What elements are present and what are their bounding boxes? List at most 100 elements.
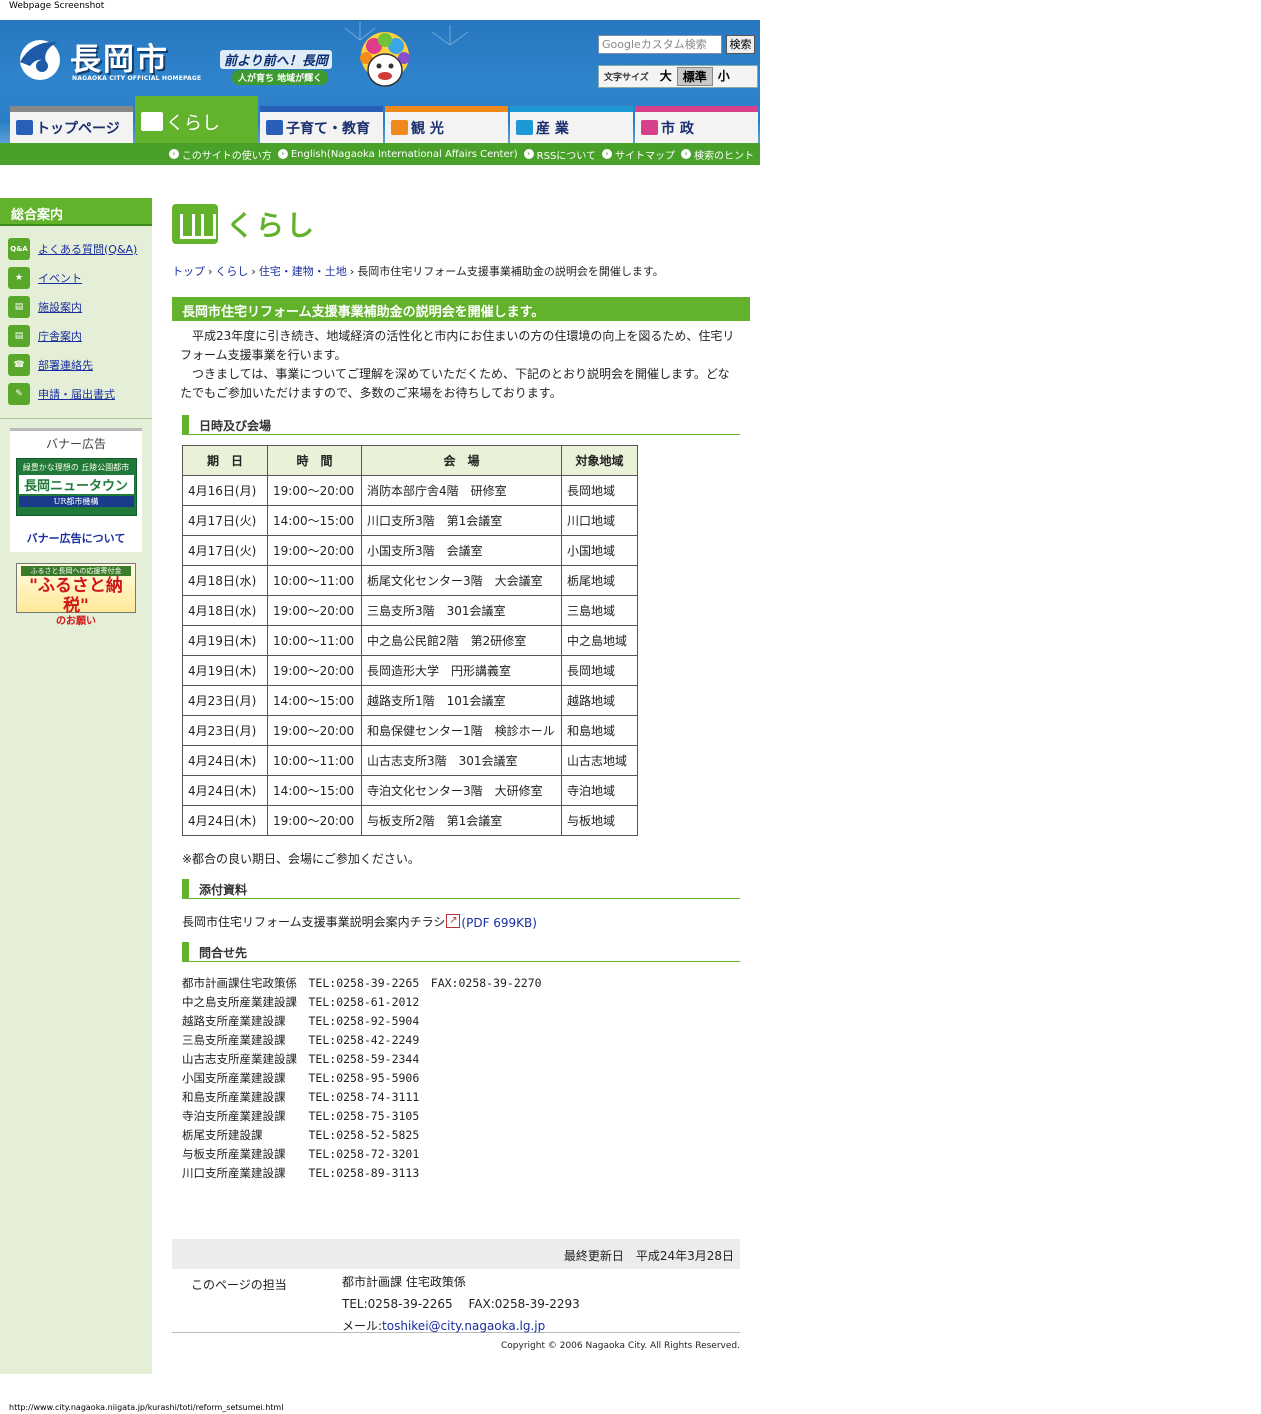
cell-date: 4月23日(月) — [182, 685, 268, 716]
section-heading-schedule: 日時及び会場 — [182, 415, 740, 435]
sidebar-item-faq[interactable]: Q&A よくある質問(Q&A) — [8, 234, 152, 263]
document-icon: ✎ — [8, 382, 30, 405]
cell-date: 4月24日(木) — [182, 805, 268, 836]
tab-sangyo[interactable]: 産 業 — [510, 106, 633, 143]
util-link-sitemap[interactable]: › サイトマップ — [602, 147, 675, 162]
status-bar-url: http://www.city.nagaoka.niigata.jp/kuras… — [9, 1403, 284, 1412]
tab-label: 観 光 — [411, 120, 444, 137]
cell-venue: 栃尾文化センター3階 大会議室 — [361, 565, 562, 596]
schedule-note: ※都合の良い期日、会場にご参加ください。 — [182, 852, 420, 866]
banner-ad-newtown[interactable]: 緑豊かな理想の 丘陵公園都市 長岡ニュータウン UR都市機構 — [15, 458, 137, 516]
industry-icon — [516, 120, 533, 135]
page-owner-tel: TEL:0258-39-2265 FAX:0258-39-2293 — [342, 1297, 580, 1311]
sidebar-item-forms[interactable]: ✎ 申請・届出書式 — [8, 379, 152, 408]
building-icon: ▤ — [8, 295, 30, 318]
sidebar-item-label[interactable]: イベント — [38, 270, 82, 286]
tab-label: くらし — [166, 112, 220, 134]
main-content: くらし トップ › くらし › 住宅・建物・土地 › 長岡市住宅リフォーム支援事業補助金の説… — [172, 198, 750, 1351]
sidebar-item-government-building[interactable]: ▤ 庁舎案内 — [8, 321, 152, 350]
copyright: Copyright © 2006 Nagaoka City. All Right… — [501, 1341, 740, 1351]
cell-time: 19:00～20:00 — [267, 595, 362, 626]
furusato-nozei-banner[interactable]: ふるさと長岡への応援寄付金 "ふるさと納税" のお願い — [16, 563, 136, 627]
table-row: 4月24日(木) 14:00～15:00 寺泊文化センター3階 大研修室 寺泊地域 — [182, 775, 638, 806]
cell-venue: 寺泊文化センター3階 大研修室 — [361, 775, 562, 806]
tab-kanko[interactable]: 観 光 — [385, 106, 508, 143]
cell-date: 4月16日(月) — [182, 475, 268, 506]
util-link-label: RSSについて — [536, 150, 596, 162]
tab-label: 市 政 — [661, 120, 694, 137]
sidebar-item-label[interactable]: よくある質問(Q&A) — [38, 241, 137, 257]
cell-venue: 与板支所2階 第1会議室 — [361, 805, 562, 836]
cell-date: 4月18日(水) — [182, 565, 268, 596]
sidebar-item-label[interactable]: 部署連絡先 — [38, 357, 93, 373]
mail-link[interactable]: toshikei@city.nagaoka.lg.jp — [382, 1319, 545, 1333]
util-link-search-hint[interactable]: › 検索のヒント — [681, 147, 754, 162]
banner-ad-line: UR都市機構 — [18, 496, 134, 507]
contact-line: 寺泊支所産業建設課 TEL:0258-75-3105 — [182, 1109, 420, 1123]
cell-time: 14:00～15:00 — [267, 505, 362, 536]
table-row: 4月18日(水) 10:00～11:00 栃尾文化センター3階 大会議室 栃尾地域 — [182, 565, 638, 596]
cell-date: 4月19日(木) — [182, 655, 268, 686]
search-input[interactable]: Googleカスタム検索 — [598, 35, 722, 54]
chevron-right-icon: › — [349, 265, 355, 278]
sidebar-item-label[interactable]: 施設案内 — [38, 299, 82, 315]
mascot-icon — [360, 32, 410, 87]
cell-area: 長岡地域 — [561, 475, 638, 506]
nagaoka-logo-icon[interactable] — [12, 32, 64, 84]
cell-date: 4月19日(木) — [182, 625, 268, 656]
cell-venue: 消防本部庁舎4階 研修室 — [361, 475, 562, 506]
qa-icon: Q&A — [8, 237, 30, 260]
intro-paragraph: 平成23年度に引き続き、地域経済の活性化と市内にお住まいの方の住環境の向上を図る… — [180, 329, 735, 362]
sidebar-item-contacts[interactable]: ☎ 部署連絡先 — [8, 350, 152, 379]
table-row: 4月24日(木) 19:00～20:00 与板支所2階 第1会議室 与板地域 — [182, 805, 638, 836]
attachment-pdf-link[interactable]: (PDF 699KB) — [461, 916, 537, 930]
cell-venue: 川口支所3階 第1会議室 — [361, 505, 562, 536]
tab-label: 産 業 — [536, 120, 569, 137]
contact-line: 和島支所産業建設課 TEL:0258-74-3111 — [182, 1090, 420, 1104]
tab-shisei[interactable]: 市 政 — [635, 106, 758, 143]
breadcrumb-link-kurashi[interactable]: くらし — [215, 265, 248, 278]
cell-area: 栃尾地域 — [561, 565, 638, 596]
font-size-normal-button[interactable]: 標準 — [676, 67, 713, 86]
font-size-large-button[interactable]: 大 — [655, 67, 677, 86]
cell-area: 山古志地域 — [561, 745, 638, 776]
mail-label: メール: — [342, 1319, 383, 1333]
sidebar: 総合案内 Q&A よくある質問(Q&A) ★ イベント ▤ 施設案内 ▤ 庁舎案… — [0, 198, 152, 1374]
section-heading-contact: 問合せ先 — [182, 942, 740, 962]
table-row: 4月23日(月) 19:00～20:00 和島保健センター1階 検診ホール 和島地域 — [182, 715, 638, 746]
table-row: 4月19日(木) 10:00～11:00 中之島公民館2階 第2研修室 中之島地域 — [182, 625, 638, 656]
furusato-line: "ふるさと納税" — [29, 576, 123, 616]
breadcrumb-link-top[interactable]: トップ — [172, 265, 205, 278]
util-link-rss[interactable]: › RSSについて — [523, 147, 596, 162]
banner-ad-about-link[interactable]: バナー広告について — [10, 530, 142, 546]
cell-time: 10:00～11:00 — [267, 625, 362, 656]
site-logo-subtitle: NAGAOKA CITY OFFICIAL HOMEPAGE — [72, 75, 202, 82]
slogan-main: 前より前へ！長岡 — [220, 50, 332, 69]
last-updated: 最終更新日 平成24年3月28日 — [172, 1239, 740, 1269]
cell-area: 中之島地域 — [561, 625, 638, 656]
contact-line: 山古志支所産業建設課 TEL:0258-59-2344 — [182, 1052, 420, 1066]
sidebar-nav: Q&A よくある質問(Q&A) ★ イベント ▤ 施設案内 ▤ 庁舎案内 ☎ 部… — [0, 226, 152, 419]
child-icon — [266, 120, 283, 135]
sidebar-item-label[interactable]: 庁舎案内 — [38, 328, 82, 344]
contact-line: 越路支所産業建設課 TEL:0258-92-5904 — [182, 1014, 420, 1028]
arrow-icon: › — [277, 149, 288, 159]
tab-kurashi[interactable]: くらし — [135, 96, 258, 143]
util-link-english[interactable]: › English(Nagaoka International Affairs C… — [277, 149, 518, 160]
slogan-sub: 人が育ち 地域が輝く — [232, 70, 329, 85]
page-owner-dept: 都市計画課 住宅政策係 — [342, 1275, 466, 1289]
site-header: 長岡市 NAGAOKA CITY OFFICIAL HOMEPAGE 前より前へ… — [0, 20, 760, 165]
tab-top-page[interactable]: トップページ — [10, 106, 133, 143]
tab-kosodate[interactable]: 子育て・教育 — [260, 106, 383, 143]
font-size-small-button[interactable]: 小 — [713, 67, 735, 86]
util-link-howto[interactable]: › このサイトの使い方 — [168, 147, 272, 162]
site-logo-text[interactable]: 長岡市 — [70, 34, 169, 79]
cell-time: 19:00～20:00 — [267, 475, 362, 506]
sidebar-item-event[interactable]: ★ イベント — [8, 263, 152, 292]
sidebar-item-facilities[interactable]: ▤ 施設案内 — [8, 292, 152, 321]
breadcrumb-link-housing[interactable]: 住宅・建物・土地 — [259, 265, 347, 278]
sidebar-item-label[interactable]: 申請・届出書式 — [38, 386, 115, 402]
cell-area: 与板地域 — [561, 805, 638, 836]
search-button[interactable]: 検索 — [726, 35, 755, 54]
banner-ad-line: 緑豊かな理想の 丘陵公園都市 — [22, 463, 130, 472]
